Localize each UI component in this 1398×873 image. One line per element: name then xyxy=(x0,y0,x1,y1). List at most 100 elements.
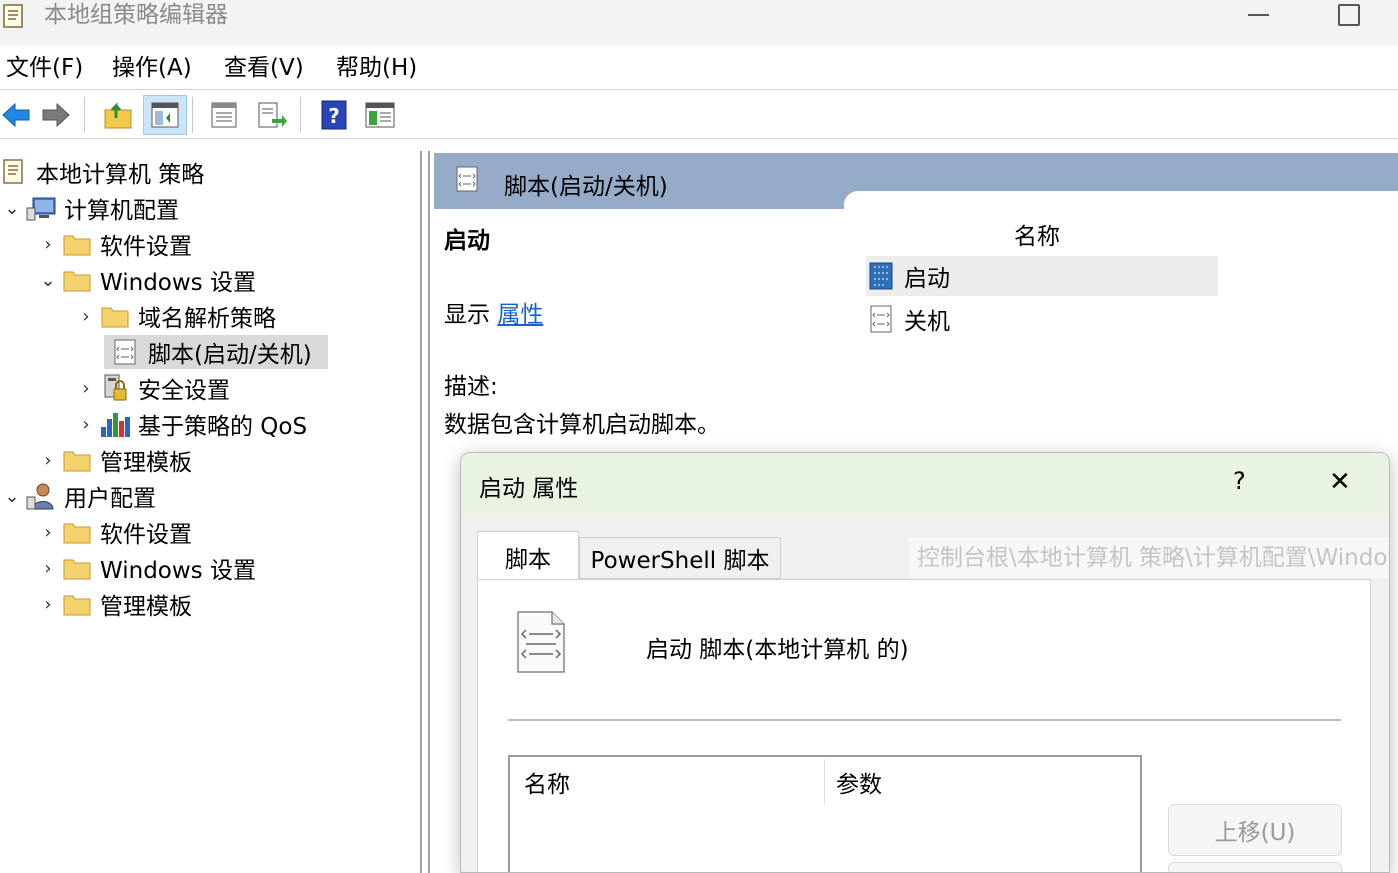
menu-file[interactable]: 文件(F) xyxy=(6,54,83,82)
toolbar-separator xyxy=(84,97,85,133)
window-title: 本地组策略编辑器 xyxy=(44,2,228,28)
security-lock-icon xyxy=(98,373,132,403)
tree-label: 本地计算机 策略 xyxy=(36,162,205,188)
chevron-down-icon[interactable]: ⌄ xyxy=(36,268,60,292)
extended-view-icon[interactable] xyxy=(358,95,402,135)
maximize-button[interactable] xyxy=(1326,0,1372,30)
tree-item-scripts[interactable]: 脚本(启动/关机) xyxy=(104,335,328,369)
properties-icon[interactable] xyxy=(202,95,246,135)
show-hide-tree-icon[interactable] xyxy=(143,95,187,135)
tree-label: 软件设置 xyxy=(100,522,192,548)
tree-item-computer-config[interactable]: ⌄ 计算机配置 xyxy=(0,191,179,225)
tab-content-scripts: 启动 脚本(本地计算机 的) 名称 参数 上移(U) xyxy=(477,579,1371,872)
app-icon xyxy=(0,3,30,35)
dialog-close-button[interactable]: ✕ xyxy=(1329,467,1351,497)
move-up-button[interactable]: 上移(U) xyxy=(1168,804,1342,856)
menu-action[interactable]: 操作(A) xyxy=(112,54,192,82)
tab-scripts[interactable]: 脚本 xyxy=(477,531,579,581)
script-caption: 启动 脚本(本地计算机 的) xyxy=(646,637,909,663)
column-header-params[interactable]: 参数 xyxy=(836,765,882,799)
chevron-right-icon[interactable]: › xyxy=(36,520,60,544)
dialog-title-bar: 启动 属性 ? ✕ xyxy=(461,453,1389,515)
divider xyxy=(508,719,1341,721)
folder-icon xyxy=(60,589,94,619)
tree-item-user-windows-settings[interactable]: › Windows 设置 xyxy=(36,551,256,585)
tree-item-dns-policy[interactable]: › 域名解析策略 xyxy=(74,299,276,333)
back-arrow-icon[interactable] xyxy=(0,95,38,135)
description-label: 描述: xyxy=(444,374,498,400)
folder-icon xyxy=(60,229,94,259)
folder-icon xyxy=(98,301,132,331)
item-heading: 启动 xyxy=(444,228,490,254)
tree-item-qos[interactable]: › 基于策略的 QoS xyxy=(74,407,307,441)
chevron-right-icon[interactable]: › xyxy=(36,592,60,616)
dialog-help-button[interactable]: ? xyxy=(1233,467,1246,495)
tree-label: 管理模板 xyxy=(100,450,192,476)
folder-icon xyxy=(60,517,94,547)
forward-arrow-icon[interactable] xyxy=(34,95,78,135)
tree-item-admin-templates[interactable]: › 管理模板 xyxy=(36,443,192,477)
list-item-startup[interactable]: 启动 xyxy=(866,256,1218,296)
chevron-right-icon[interactable]: › xyxy=(36,556,60,580)
computer-icon xyxy=(24,193,58,223)
script-icon xyxy=(868,303,898,335)
folder-icon xyxy=(60,445,94,475)
toolbar-separator xyxy=(192,97,193,133)
export-list-icon[interactable] xyxy=(250,95,294,135)
show-properties-row: 显示 属性 xyxy=(444,295,720,329)
menu-help[interactable]: 帮助(H) xyxy=(336,54,417,82)
chevron-right-icon[interactable]: › xyxy=(36,448,60,472)
up-folder-icon[interactable] xyxy=(96,95,140,135)
list-item-label: 启动 xyxy=(904,266,950,292)
script-icon xyxy=(454,165,480,197)
move-down-button[interactable] xyxy=(1168,862,1342,872)
tree-item-user-admin-templates[interactable]: › 管理模板 xyxy=(36,587,192,621)
folder-icon xyxy=(60,553,94,583)
toolbar-separator xyxy=(300,97,301,133)
column-header-name[interactable]: 名称 xyxy=(524,765,570,799)
tree-label: Windows 设置 xyxy=(100,270,256,296)
tree-pane: 本地计算机 策略 ⌄ 计算机配置 › 软件设置 ⌄ Windows 设置 › 域… xyxy=(0,151,422,873)
tree-label: 脚本(启动/关机) xyxy=(148,342,312,368)
toolbar: ? xyxy=(0,91,1398,139)
menu-view[interactable]: 查看(V) xyxy=(224,54,304,82)
script-icon xyxy=(108,337,142,367)
title-bar: 本地组策略编辑器 xyxy=(0,0,1398,46)
tree-label: 用户配置 xyxy=(64,486,156,512)
help-icon[interactable]: ? xyxy=(312,95,356,135)
chevron-right-icon[interactable]: › xyxy=(36,232,60,256)
tree-item-software-settings[interactable]: › 软件设置 xyxy=(36,227,192,261)
list-item-label: 关机 xyxy=(904,309,950,335)
chevron-down-icon[interactable]: ⌄ xyxy=(0,196,24,220)
tree-label: 管理模板 xyxy=(100,594,192,620)
script-list[interactable]: 名称 参数 xyxy=(508,755,1142,872)
description-text: 数据包含计算机启动脚本。 xyxy=(444,412,720,438)
tree-item-windows-settings[interactable]: ⌄ Windows 设置 xyxy=(36,263,256,297)
details-header-title: 脚本(启动/关机) xyxy=(504,174,668,200)
menu-bar: 文件(F) 操作(A) 查看(V) 帮助(H) xyxy=(0,46,1398,90)
tree-item-security-settings[interactable]: › 安全设置 xyxy=(74,371,230,405)
tree-item-user-config[interactable]: ⌄ 用户配置 xyxy=(0,479,156,513)
description-panel: 启动 显示 属性 描述: 数据包含计算机启动脚本。 xyxy=(444,221,720,439)
chevron-right-icon[interactable]: › xyxy=(74,376,98,400)
column-separator[interactable] xyxy=(824,759,825,805)
tree-item-root[interactable]: 本地计算机 策略 xyxy=(0,155,204,189)
tree-label: Windows 设置 xyxy=(100,558,256,584)
tree-label: 软件设置 xyxy=(100,234,192,260)
details-header: 脚本(启动/关机) xyxy=(434,153,1398,213)
list-item-shutdown[interactable]: 关机 xyxy=(866,299,1218,339)
properties-link[interactable]: 属性 xyxy=(497,302,543,328)
script-document-icon xyxy=(514,610,568,678)
chevron-down-icon[interactable]: ⌄ xyxy=(0,484,24,508)
path-tooltip: 控制台根\本地计算机 策略\计算机配置\Windows 设置\脚本(启动/关机) xyxy=(909,538,1389,578)
minimize-button[interactable] xyxy=(1236,0,1282,30)
tab-powershell-scripts[interactable]: PowerShell 脚本 xyxy=(579,537,781,579)
tree-item-user-software-settings[interactable]: › 软件设置 xyxy=(36,515,192,549)
chevron-right-icon[interactable]: › xyxy=(74,412,98,436)
tree-label: 基于策略的 QoS xyxy=(138,414,308,440)
chevron-right-icon[interactable]: › xyxy=(74,304,98,328)
startup-properties-dialog: 启动 属性 ? ✕ 脚本 PowerShell 脚本 控制台根\本地计算机 策略… xyxy=(460,452,1390,873)
tree-label: 域名解析策略 xyxy=(138,306,276,332)
column-header-name[interactable]: 名称 xyxy=(1014,217,1060,251)
tree-label: 安全设置 xyxy=(138,378,230,404)
